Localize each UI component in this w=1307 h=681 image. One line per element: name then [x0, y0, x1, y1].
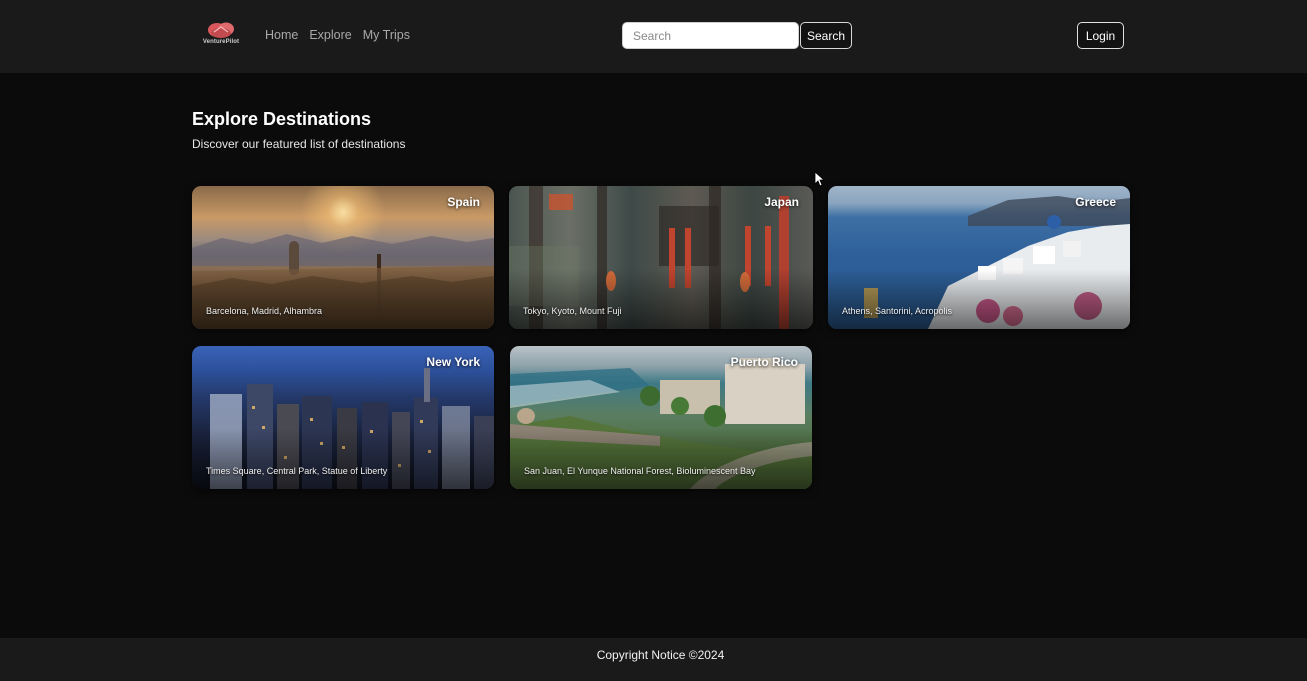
destination-name: Greece	[1075, 195, 1116, 209]
destination-card-japan[interactable]: Japan Tokyo, Kyoto, Mount Fuji	[509, 186, 813, 329]
nav-link-explore[interactable]: Explore	[309, 28, 351, 42]
destination-name: Puerto Rico	[730, 355, 798, 369]
destination-card-puerto-rico[interactable]: Puerto Rico San Juan, El Yunque National…	[510, 346, 812, 489]
destination-places: Times Square, Central Park, Statue of Li…	[206, 466, 388, 476]
destination-name: New York	[426, 355, 480, 369]
destination-name: Spain	[447, 195, 480, 209]
destination-card-new-york[interactable]: New York Times Square, Central Park, Sta…	[192, 346, 494, 489]
brand-logo[interactable]: VenturePilot	[199, 19, 243, 49]
page-footer: Copyright Notice ©2024	[0, 638, 1307, 681]
destination-places: Barcelona, Madrid, Alhambra	[206, 306, 323, 316]
destination-places: Tokyo, Kyoto, Mount Fuji	[523, 306, 622, 316]
search-button[interactable]: Search	[800, 22, 852, 49]
nav-link-my-trips[interactable]: My Trips	[363, 28, 410, 42]
destination-card-spain[interactable]: Spain Barcelona, Madrid, Alhambra	[192, 186, 494, 329]
search-input[interactable]	[622, 22, 799, 49]
top-navbar: VenturePilot Home Explore My Trips Searc…	[0, 0, 1307, 73]
destination-name: Japan	[764, 195, 799, 209]
main-nav: Home Explore My Trips	[265, 28, 410, 42]
destination-card-greece[interactable]: Greece Athens, Santorini, Acropolis	[828, 186, 1130, 329]
page-subtitle: Discover our featured list of destinatio…	[192, 137, 406, 151]
login-button[interactable]: Login	[1077, 22, 1124, 49]
page-title: Explore Destinations	[192, 109, 372, 129]
nav-link-home[interactable]: Home	[265, 28, 298, 42]
brand-name: VenturePilot	[202, 39, 240, 45]
venturepilot-logo-icon	[208, 22, 234, 38]
destination-places: San Juan, El Yunque National Forest, Bio…	[524, 466, 756, 476]
mouse-pointer-icon	[814, 171, 824, 187]
copyright-notice: Copyright Notice ©2024	[596, 648, 725, 662]
destination-places: Athens, Santorini, Acropolis	[842, 306, 953, 316]
